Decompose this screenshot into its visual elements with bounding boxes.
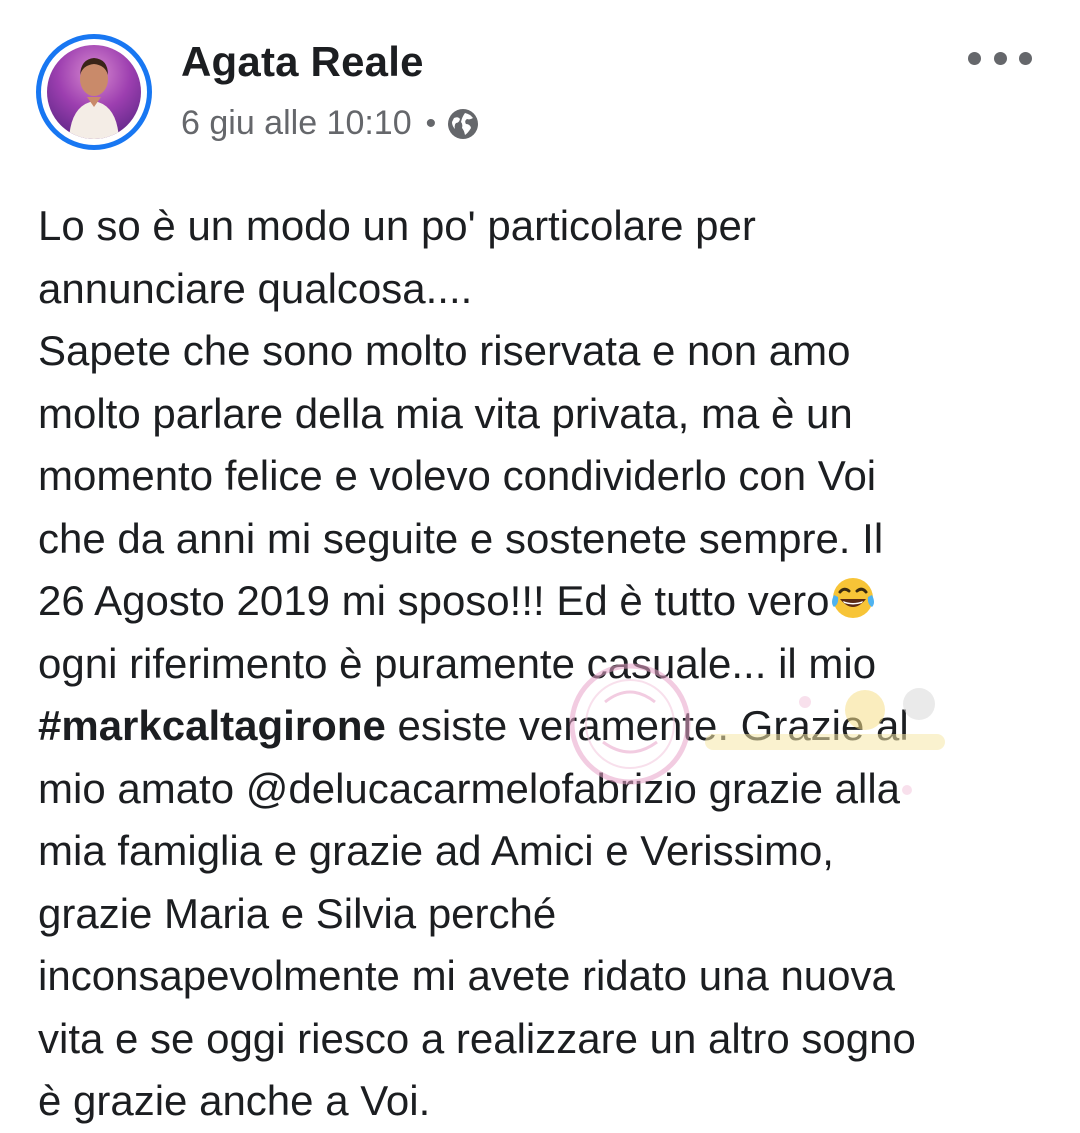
more-options-dot <box>993 51 1007 65</box>
post-line: Sapete che sono molto riservata e non am… <box>38 327 851 374</box>
author-name[interactable]: Agata Reale <box>181 38 424 86</box>
post-line: ogni riferimento è puramente casuale... … <box>38 639 877 687</box>
post-line: inconsapevolmente mi avete ridato una nu… <box>38 952 895 999</box>
post-line: vita e se oggi riesco a realizzare un al… <box>38 1014 916 1062</box>
post-line: momento felice e volevo condividerlo con… <box>38 452 877 499</box>
post-line: che da anni mi seguite e sostenete sempr… <box>38 514 884 562</box>
post-line-text: 26 Agosto 2019 mi sposo!!! Ed è tutto ve… <box>38 577 830 624</box>
more-options-dot <box>968 51 981 65</box>
tears-of-joy-emoji-icon <box>830 575 876 621</box>
post-meta: 6 giu alle 10:10 • <box>181 104 480 143</box>
post-line: 26 Agosto 2019 mi sposo!!! Ed è tutto ve… <box>38 570 1048 633</box>
more-options-dot <box>1019 51 1032 65</box>
post-line: annunciare qualcosa.... <box>38 264 473 312</box>
meta-separator: • <box>425 106 437 140</box>
avatar[interactable] <box>36 34 152 150</box>
hashtag-link[interactable]: #markcaltagirone <box>38 702 386 749</box>
post-header: Agata Reale 6 giu alle 10:10 • <box>0 0 1080 160</box>
post-line: mio amato @delucacarmelofabrizio grazie … <box>38 764 901 812</box>
more-options-button[interactable] <box>968 40 1032 76</box>
post-line: molto parlare della mia vita privata, ma… <box>38 389 853 437</box>
post-line: grazie Maria e Silvia perché <box>38 889 557 937</box>
post-line: Lo so è un modo un po' particolare per <box>38 202 756 249</box>
profile-photo-icon <box>47 45 141 139</box>
post-body: Lo so è un modo un po' particolare per a… <box>38 195 1048 1133</box>
globe-icon[interactable] <box>446 107 480 141</box>
post-line-text: esiste veramente. Grazie al <box>385 702 909 749</box>
post-line: mia famiglia e grazie ad Amici e Verissi… <box>38 827 834 874</box>
post-timestamp[interactable]: 6 giu alle 10:10 <box>181 104 412 143</box>
post-line: è grazie anche a Voi. <box>38 1077 431 1124</box>
post-line: #markcaltagirone esiste veramente. Grazi… <box>38 695 1048 758</box>
